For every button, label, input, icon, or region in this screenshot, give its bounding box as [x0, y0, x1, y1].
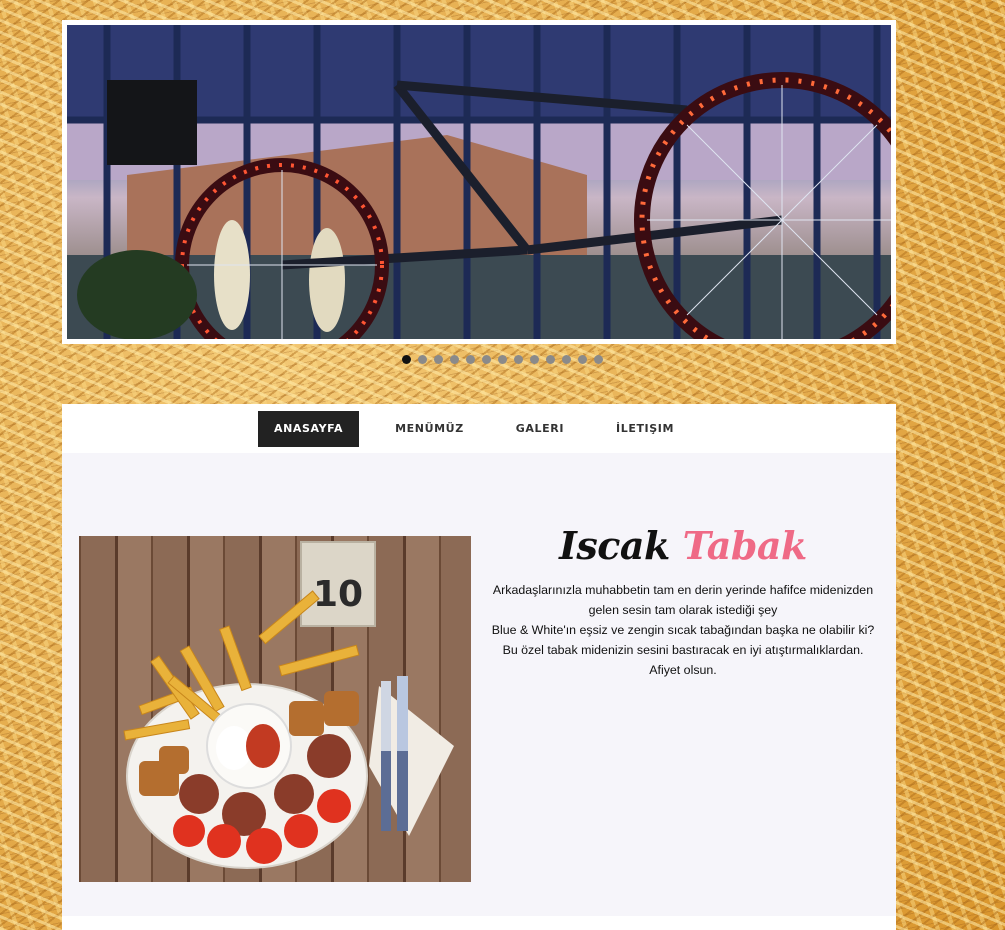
hero-image-bicycle: [67, 25, 891, 339]
dish-photo: 10: [79, 536, 471, 882]
slider-pagination: [0, 355, 1005, 364]
dish-description: Iscak Tabak Arkadaşlarınızla muhabbetin …: [486, 522, 880, 680]
slider-dot[interactable]: [514, 355, 523, 364]
description-paragraph-2: Blue & White'ın eşsiz ve zengin sıcak ta…: [491, 623, 875, 677]
nav-item-iletisim[interactable]: İLETIŞIM: [590, 411, 700, 447]
description-paragraph-1: Arkadaşlarınızla muhabbetin tam en derin…: [492, 583, 874, 617]
slider-dot[interactable]: [482, 355, 491, 364]
footer-strip: [62, 916, 896, 930]
table-number: 10: [313, 574, 363, 615]
slider-dot[interactable]: [578, 355, 587, 364]
slider-dot[interactable]: [466, 355, 475, 364]
slider-dot[interactable]: [418, 355, 427, 364]
nav-item-galeri[interactable]: GALERI: [490, 411, 590, 447]
slider-dot[interactable]: [546, 355, 555, 364]
hero-slider[interactable]: [62, 20, 896, 344]
dish-title: Iscak Tabak: [486, 522, 880, 570]
slider-dot[interactable]: [402, 355, 411, 364]
slider-dot[interactable]: [434, 355, 443, 364]
nav-item-menumuz[interactable]: MENÜMÜZ: [369, 411, 490, 447]
slider-dot[interactable]: [498, 355, 507, 364]
slider-dot[interactable]: [530, 355, 539, 364]
slider-dot[interactable]: [594, 355, 603, 364]
nav-item-anasayfa[interactable]: ANASAYFA: [257, 410, 360, 447]
dish-title-part2: Tabak: [682, 523, 808, 568]
content-card: ANASAYFA MENÜMÜZ GALERI İLETIŞIM 10 Isca…: [62, 404, 896, 930]
dish-title-part1: Iscak: [559, 523, 670, 568]
main-nav: ANASAYFA MENÜMÜZ GALERI İLETIŞIM: [62, 404, 896, 453]
description-text: Arkadaşlarınızla muhabbetin tam en derin…: [486, 580, 880, 680]
slider-dot[interactable]: [450, 355, 459, 364]
slider-dot[interactable]: [562, 355, 571, 364]
